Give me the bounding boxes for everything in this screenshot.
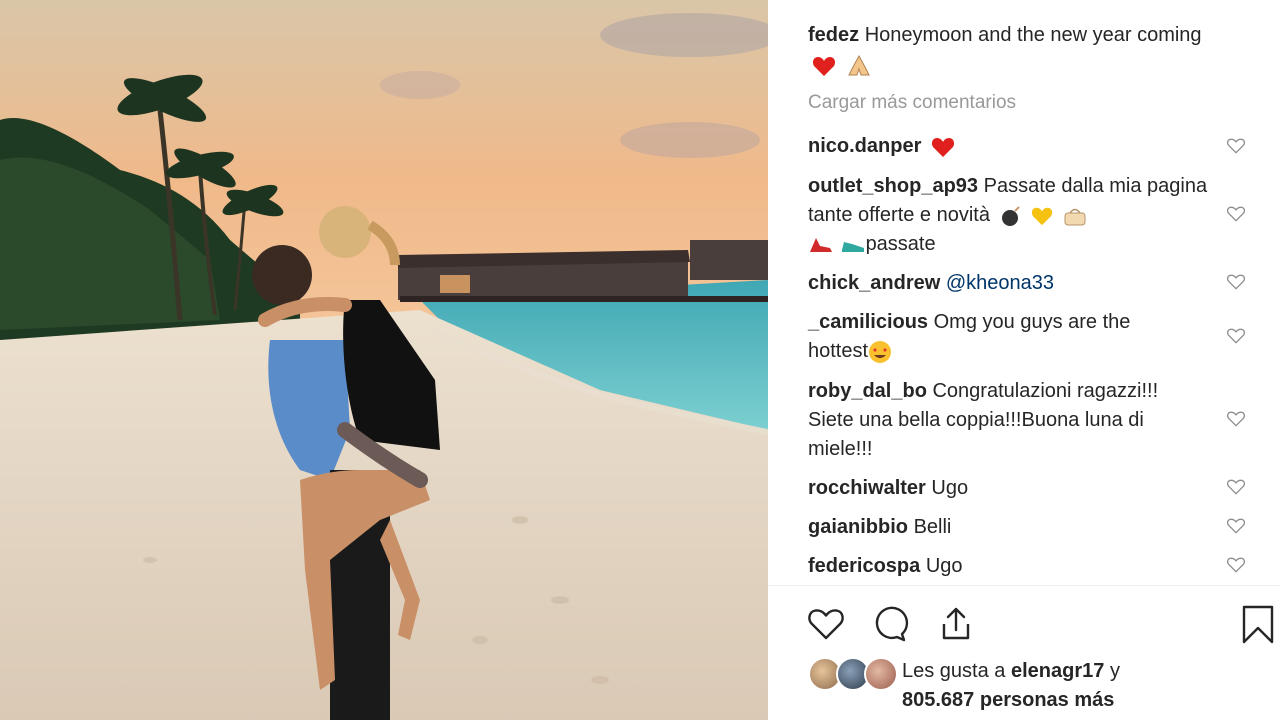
- comment-item: roby_dal_bo Congratulazioni ragazzi!!! S…: [808, 377, 1198, 464]
- comment-username[interactable]: chick_andrew: [808, 272, 940, 294]
- caption-author[interactable]: fedez: [808, 24, 859, 46]
- comment-username[interactable]: roby_dal_bo: [808, 380, 927, 402]
- likes-text: Les gusta a elenagr17 y 805.687 personas…: [902, 657, 1262, 715]
- comment-username[interactable]: nico.danper: [808, 135, 921, 157]
- like-comment-heart-icon[interactable]: [1226, 516, 1246, 536]
- likes-suffix[interactable]: personas más: [980, 689, 1115, 711]
- comment-text-tail: passate: [865, 233, 936, 255]
- beach-couple-photo: [0, 0, 768, 720]
- folded-hands-emoji: [847, 54, 870, 76]
- comment-item: chick_andrew @kheona33: [808, 269, 1208, 298]
- like-heart-icon[interactable]: [806, 604, 846, 644]
- share-upload-icon[interactable]: [936, 604, 976, 644]
- comment-username[interactable]: federicospa: [808, 555, 920, 577]
- comment-username[interactable]: gaianibbio: [808, 516, 908, 538]
- comment-bubble-icon[interactable]: [870, 604, 910, 644]
- likes-summary: Les gusta a elenagr17 y 805.687 personas…: [808, 655, 1268, 717]
- post-caption: fedez Honeymoon and the new year coming: [808, 20, 1228, 80]
- comment-mention[interactable]: @kheona33: [946, 272, 1054, 294]
- likes-prefix: Les gusta a: [902, 660, 1006, 682]
- comment-item: rocchiwalter Ugo: [808, 474, 1208, 503]
- heart-eyes-emoji: [869, 340, 892, 363]
- handbag-emoji: [1064, 208, 1086, 226]
- comment-item: outlet_shop_ap93 Passate dalla mia pagin…: [808, 172, 1208, 259]
- yellow-heart-emoji: [1031, 207, 1053, 225]
- red-heart-emoji: [931, 137, 954, 157]
- bomb-emoji: [1001, 206, 1020, 226]
- sneaker-emoji: [841, 241, 864, 252]
- post-photo[interactable]: [0, 0, 768, 720]
- comment-item: federicospa Ugo: [808, 552, 1208, 581]
- like-comment-heart-icon[interactable]: [1226, 555, 1246, 575]
- comment-username[interactable]: rocchiwalter: [808, 477, 926, 499]
- like-comment-heart-icon[interactable]: [1226, 409, 1246, 429]
- comment-item: gaianibbio Belli: [808, 513, 1208, 542]
- comment-item: _camilicious Omg you guys are the hottes…: [808, 308, 1188, 366]
- red-heart-emoji: [812, 56, 836, 76]
- comment-username[interactable]: outlet_shop_ap93: [808, 175, 978, 197]
- comment-text: Ugo: [931, 477, 969, 499]
- high-heel-emoji: [810, 237, 832, 252]
- liker-username[interactable]: elenagr17: [1011, 660, 1104, 682]
- comment-item: nico.danper: [808, 132, 1208, 161]
- avatar[interactable]: [864, 657, 898, 691]
- like-comment-heart-icon[interactable]: [1226, 272, 1246, 292]
- post-action-bar: [768, 585, 1280, 666]
- likes-conjunction: y: [1109, 660, 1120, 682]
- comment-username[interactable]: _camilicious: [808, 311, 928, 333]
- like-comment-heart-icon[interactable]: [1226, 204, 1246, 224]
- like-comment-heart-icon[interactable]: [1226, 326, 1246, 346]
- caption-text: Honeymoon and the new year coming: [864, 24, 1202, 46]
- like-comment-heart-icon[interactable]: [1226, 136, 1246, 156]
- comment-text: Belli: [913, 516, 952, 538]
- comment-text: Ugo: [925, 555, 963, 577]
- bookmark-save-icon[interactable]: [1238, 604, 1278, 644]
- likes-count[interactable]: 805.687: [902, 689, 974, 711]
- liker-avatars: [808, 657, 898, 693]
- comments-panel: fedez Honeymoon and the new year coming …: [768, 0, 1280, 720]
- load-more-comments[interactable]: Cargar más comentarios: [808, 92, 1016, 114]
- like-comment-heart-icon[interactable]: [1226, 477, 1246, 497]
